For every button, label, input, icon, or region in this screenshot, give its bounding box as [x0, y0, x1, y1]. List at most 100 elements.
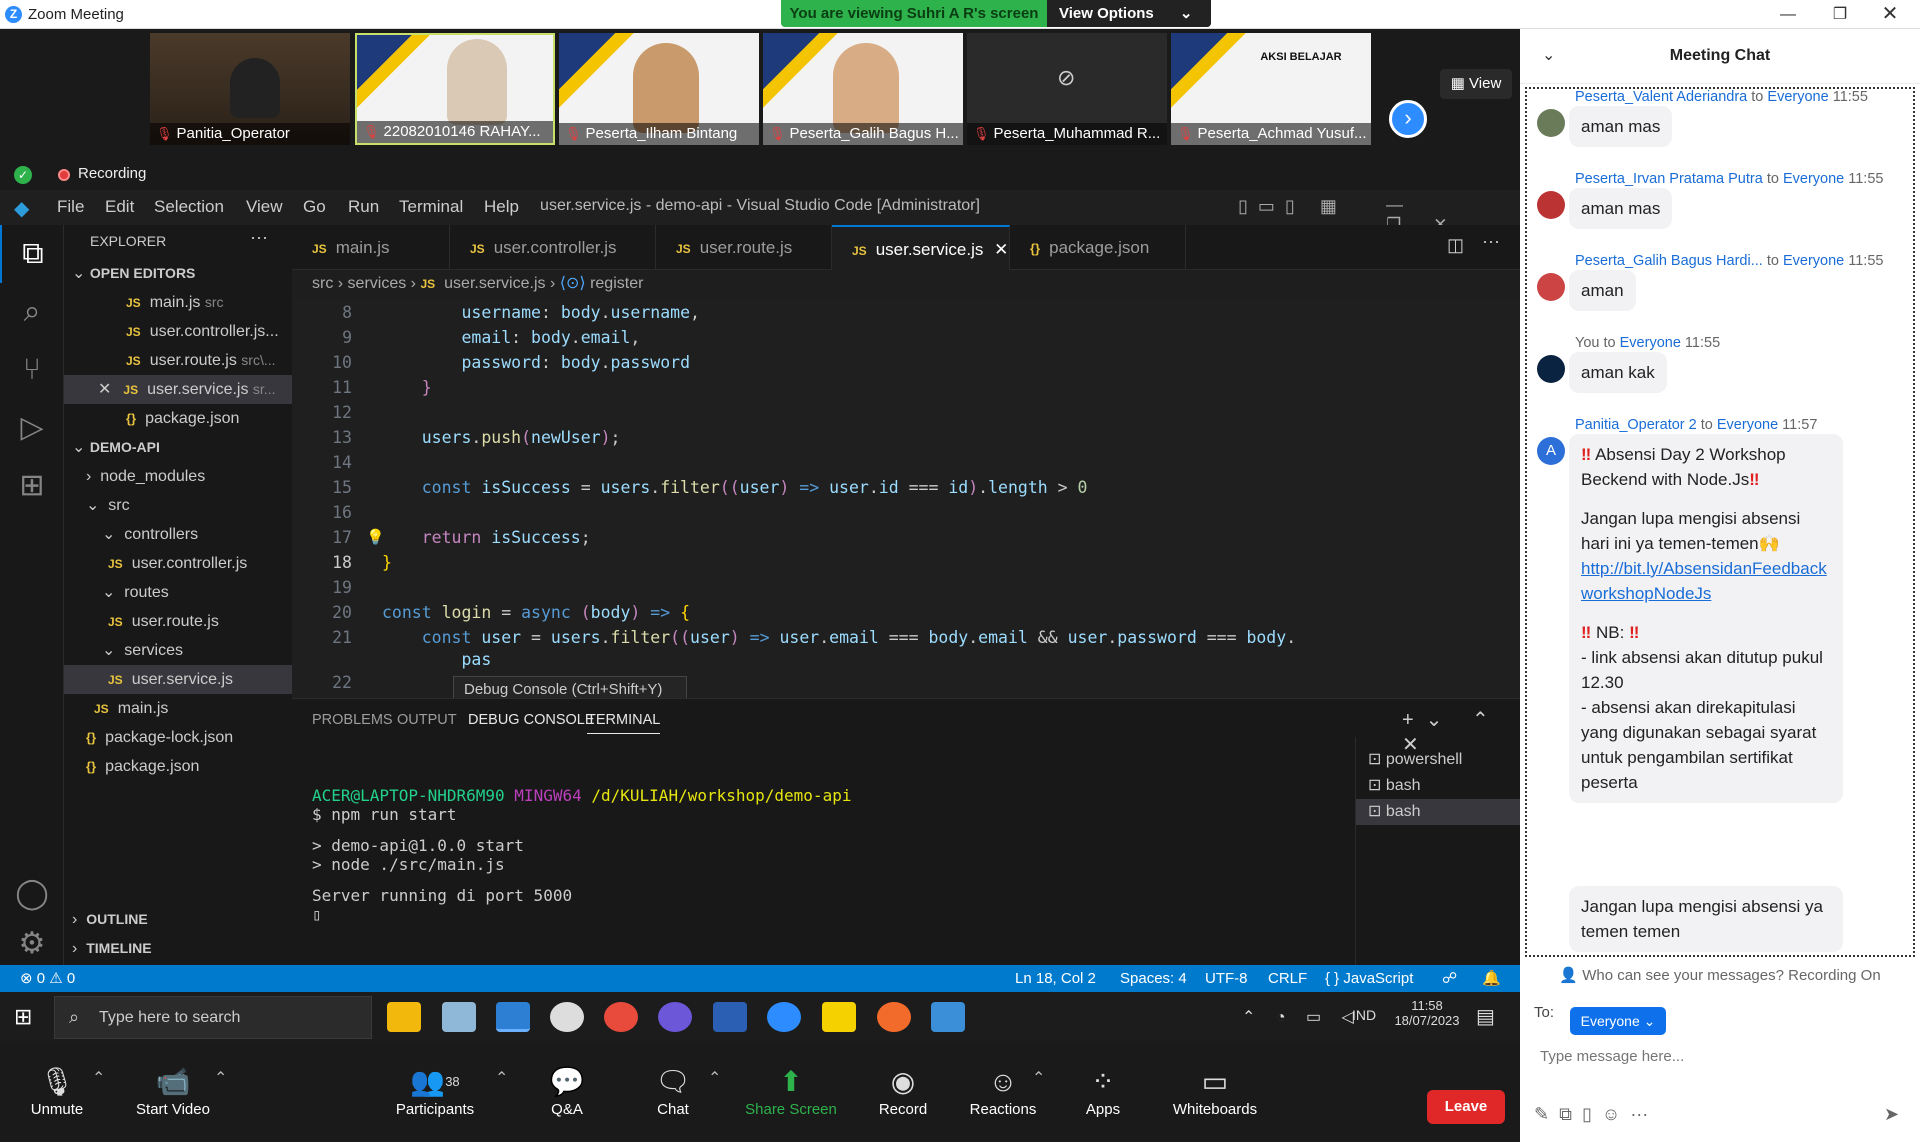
menu-edit[interactable]: Edit — [105, 197, 134, 217]
video-tile[interactable]: 🎙 Panitia_Operator — [150, 33, 350, 145]
breadcrumb-item[interactable]: user.service.js — [444, 275, 545, 292]
open-editor-item[interactable]: {} package.json — [64, 404, 292, 433]
message-input[interactable] — [1540, 1041, 1900, 1071]
language-indicator[interactable]: IND — [1352, 1007, 1376, 1023]
tree-folder[interactable]: › node_modules — [64, 462, 292, 491]
close-window-button[interactable]: ✕ — [1862, 0, 1918, 29]
breadcrumb-item[interactable]: src — [312, 275, 333, 292]
system-tray-icons[interactable]: ⌃ ◔ ▭ ◁ — [1242, 1007, 1362, 1027]
vscode-taskbar-icon[interactable] — [496, 1002, 530, 1032]
next-page-button[interactable]: › — [1389, 100, 1427, 138]
qa-button[interactable]: 💬 Q&A — [512, 1063, 622, 1118]
sticky-notes-icon[interactable] — [822, 1002, 856, 1032]
terminal-output[interactable]: ACER@LAPTOP-NHDR6M90 MINGW64 /d/KULIAH/w… — [292, 747, 1354, 966]
bell-icon[interactable]: 🔔 — [1482, 965, 1501, 992]
menu-help[interactable]: Help — [484, 197, 519, 217]
close-icon[interactable]: ✕ — [994, 240, 1008, 259]
open-editor-item[interactable]: JS user.route.js src\... — [64, 346, 292, 375]
menu-view[interactable]: View — [246, 197, 283, 217]
tab-output[interactable]: OUTPUT — [397, 712, 457, 728]
apps-button[interactable]: ⁘ Apps — [1048, 1063, 1158, 1118]
tab-user-controller[interactable]: JS user.controller.js — [450, 225, 656, 270]
tab-problems[interactable]: PROBLEMS — [312, 712, 393, 728]
tree-folder[interactable]: ⌄ src — [64, 491, 292, 520]
send-icon[interactable]: ➤ — [1884, 1104, 1899, 1125]
more-actions-icon[interactable]: ··· — [1482, 231, 1500, 252]
tab-terminal[interactable]: TERMINAL — [587, 712, 661, 734]
source-control-icon[interactable]: ⑂ — [0, 341, 64, 399]
indent-setting[interactable]: Spaces: 4 — [1120, 965, 1187, 992]
line-ending[interactable]: CRLF — [1268, 965, 1307, 992]
close-icon[interactable]: ✕ — [98, 381, 111, 398]
terminal-item[interactable]: ⊡ bash — [1356, 799, 1521, 825]
explorer-icon[interactable]: ⧉ — [0, 225, 64, 283]
chat-messages[interactable]: Peserta_Valent Aderiandra to Everyone 11… — [1525, 87, 1915, 957]
whiteboards-button[interactable]: ▭ Whiteboards — [1160, 1063, 1270, 1118]
more-actions-icon[interactable]: ··· — [250, 227, 268, 248]
tab-debug-console[interactable]: DEBUG CONSOLE — [468, 712, 595, 728]
open-editor-item[interactable]: JS user.controller.js... — [64, 317, 292, 346]
windows-start-icon[interactable]: ⊞ — [14, 1004, 32, 1030]
open-editors-section[interactable]: ⌄ OPEN EDITORS — [64, 259, 292, 288]
maximize-button[interactable]: ❐ — [1812, 0, 1868, 29]
open-editor-item[interactable]: JS main.js src — [64, 288, 292, 317]
video-tile[interactable]: 🎙 22082010146 RAHAY... — [355, 33, 555, 145]
view-button[interactable]: ▦ View — [1440, 69, 1512, 99]
snippet-icon[interactable]: ⧉ — [1559, 1104, 1572, 1124]
menu-go[interactable]: Go — [303, 197, 326, 217]
word-icon[interactable] — [713, 1002, 747, 1032]
video-tile[interactable]: AKSI BELAJAR 🎙 Peserta_Achmad Yusuf... — [1171, 33, 1371, 145]
record-button[interactable]: ◉ Record — [848, 1063, 958, 1118]
menu-terminal[interactable]: Terminal — [399, 197, 463, 217]
video-tile[interactable]: ⊘ 🎙 Peserta_Muhammad R... — [967, 33, 1167, 145]
tree-folder[interactable]: ⌄ services — [64, 636, 292, 665]
problems-count[interactable]: ⊗ 0 ⚠ 0 — [20, 965, 75, 992]
tree-file[interactable]: {} package-lock.json — [64, 723, 292, 752]
timeline-section[interactable]: › TIMELINE — [64, 934, 292, 963]
chevron-up-icon[interactable]: ⌃ — [495, 1068, 508, 1088]
encoding[interactable]: UTF-8 — [1205, 965, 1248, 992]
video-tile[interactable]: 🎙 Peserta_Galih Bagus H... — [763, 33, 963, 145]
absensi-link[interactable]: http://bit.ly/AbsensidanFeedbackworkshop… — [1581, 556, 1831, 606]
cursor-position[interactable]: Ln 18, Col 2 — [1015, 965, 1096, 992]
tab-user-service[interactable]: JS user.service.js ✕ — [832, 225, 1010, 270]
clock[interactable]: 11:58 18/07/2023 — [1392, 998, 1462, 1028]
more-icon[interactable]: ··· — [1630, 1104, 1648, 1124]
postman-icon[interactable] — [877, 1002, 911, 1032]
start-video-button[interactable]: 📹 Start Video — [118, 1063, 228, 1118]
file-icon[interactable]: ▯ — [1582, 1104, 1592, 1124]
participants-button[interactable]: 👥38 Participants — [380, 1063, 490, 1118]
view-options-button[interactable]: View Options ⌄ — [1047, 0, 1211, 27]
photos-icon[interactable] — [931, 1002, 965, 1032]
breadcrumb-item[interactable]: register — [590, 275, 643, 292]
outline-section[interactable]: › OUTLINE — [64, 905, 292, 934]
leave-button[interactable]: Leave — [1427, 1090, 1505, 1124]
notification-icon[interactable]: ▤ — [1476, 1004, 1495, 1029]
recipient-dropdown[interactable]: Everyone ⌄ — [1570, 1007, 1666, 1035]
app-icon[interactable] — [550, 1002, 584, 1032]
share-screen-button[interactable]: ⬆ Share Screen — [736, 1063, 846, 1118]
zoom-taskbar-icon[interactable] — [767, 1002, 801, 1032]
breadcrumb-item[interactable]: services — [348, 275, 407, 292]
layout-toggle-icons[interactable]: ▯▭▯ ▦ — [1238, 196, 1347, 217]
tree-file[interactable]: JS main.js — [64, 694, 292, 723]
chrome-icon[interactable] — [604, 1002, 638, 1032]
tree-folder[interactable]: ⌄ routes — [64, 578, 292, 607]
chevron-up-icon[interactable]: ⌃ — [708, 1068, 721, 1088]
tab-user-route[interactable]: JS user.route.js — [656, 225, 832, 270]
tab-package-json[interactable]: {} package.json — [1010, 225, 1186, 270]
feedback-icon[interactable]: ☍ — [1442, 965, 1457, 992]
tree-folder[interactable]: ⌄ controllers — [64, 520, 292, 549]
chevron-up-icon[interactable]: ⌃ — [92, 1068, 105, 1088]
chrome-profile-icon[interactable] — [658, 1002, 692, 1032]
video-tile[interactable]: 🎙 Peserta_Ilham Bintang — [559, 33, 759, 145]
terminal-item[interactable]: ⊡ bash — [1356, 773, 1521, 799]
menu-run[interactable]: Run — [348, 197, 379, 217]
open-editor-item[interactable]: ✕ JS user.service.js sr... — [64, 375, 292, 404]
taskbar-search[interactable]: ⌕ Type here to search — [54, 996, 372, 1039]
tree-file[interactable]: JS user.service.js — [64, 665, 292, 694]
tree-file[interactable]: JS user.route.js — [64, 607, 292, 636]
tab-main-js[interactable]: JS main.js — [292, 225, 450, 270]
menu-file[interactable]: File — [57, 197, 84, 217]
minimize-button[interactable]: — — [1760, 0, 1816, 29]
